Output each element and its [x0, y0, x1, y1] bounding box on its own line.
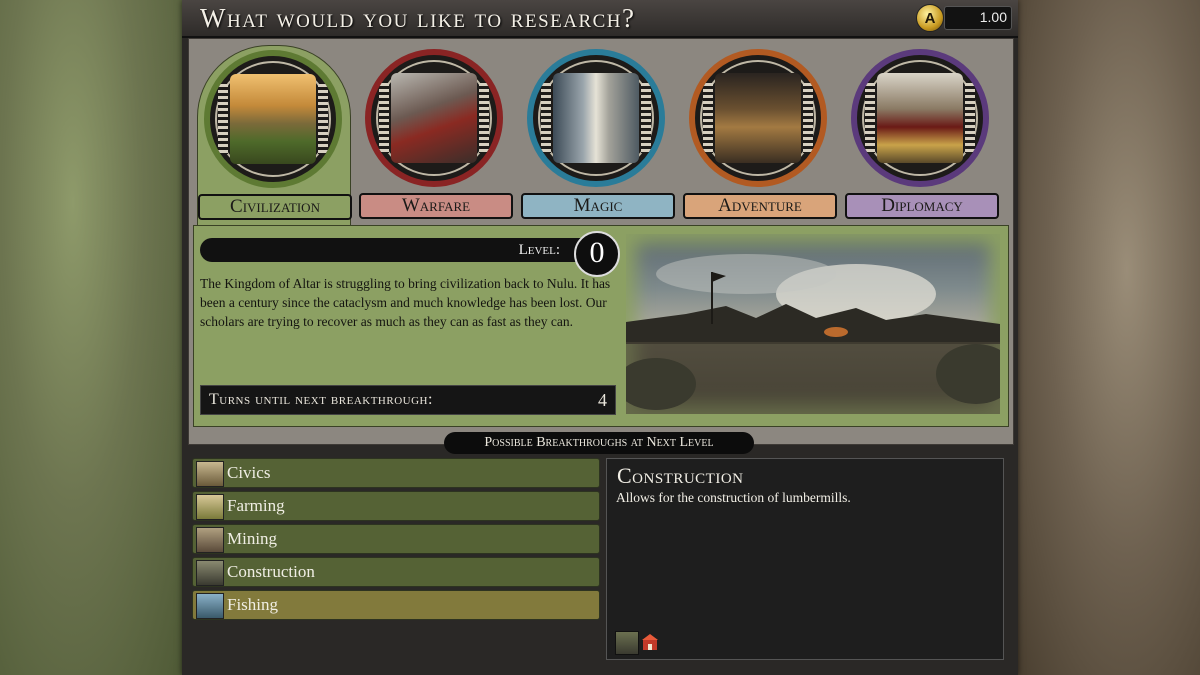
tab-diplomacy[interactable]: Diplomacy [845, 45, 999, 225]
breakthroughs-banner: Possible Breakthroughs at Next Level [444, 432, 754, 454]
page-title: What would you like to research? [200, 3, 636, 33]
details-title: Construction [617, 463, 744, 488]
tab-warfare[interactable]: Warfare [359, 45, 513, 225]
battlefield-scene-image [626, 254, 1000, 414]
breakthrough-item-construction[interactable]: Construction [192, 557, 600, 587]
breakthrough-details: Construction Allows for the construction… [606, 458, 1004, 660]
tab-civilization-label: Civilization [198, 194, 352, 220]
breakthrough-item-fishing[interactable]: Fishing [192, 590, 600, 620]
level-value: 0 [574, 231, 620, 277]
farming-icon [196, 494, 224, 520]
tab-magic-label: Magic [521, 193, 675, 219]
research-panel: Civilization Warfare Magic Adventure Dip… [188, 38, 1014, 445]
adventure-medallion-icon [689, 49, 827, 187]
lumbermill-icon [615, 631, 639, 655]
breakthrough-label: Construction [227, 562, 315, 581]
research-window: What would you like to research? A 1.00 … [182, 0, 1018, 675]
civics-icon [196, 461, 224, 487]
fishing-icon [196, 593, 224, 619]
breakthrough-label: Fishing [227, 595, 279, 614]
breakthrough-item-civics[interactable]: Civics [192, 458, 600, 488]
breakthrough-item-mining[interactable]: Mining [192, 524, 600, 554]
gold-value: 1.00 [979, 9, 1007, 25]
breakthrough-label: Farming [227, 496, 285, 515]
level-bar: Level: [200, 238, 614, 262]
diplomacy-medallion-icon [851, 49, 989, 187]
mining-icon [196, 527, 224, 553]
breakthrough-label: Civics [227, 463, 271, 482]
tab-adventure[interactable]: Adventure [683, 45, 837, 225]
background-right [1017, 0, 1200, 675]
turns-label: Turns until next breakthrough: [209, 391, 433, 408]
tab-diplomacy-label: Diplomacy [845, 193, 999, 219]
tab-adventure-label: Adventure [683, 193, 837, 219]
breakthrough-label: Mining [227, 529, 278, 548]
background-left [0, 0, 182, 675]
details-text: Allows for the construction of lumbermil… [616, 490, 851, 505]
tab-magic[interactable]: Magic [521, 45, 675, 225]
research-description: The Kingdom of Altar is struggling to br… [200, 276, 611, 329]
construction-icon [196, 560, 224, 586]
research-details: Level: 0 The Kingdom of Altar is struggl… [193, 225, 1009, 427]
title-bar: What would you like to research? A 1.00 [182, 0, 1018, 38]
research-illustration [626, 234, 1000, 414]
turns-bar: Turns until next breakthrough: 4 [200, 385, 616, 415]
gold-coin-icon: A [916, 4, 944, 32]
breakthrough-item-farming[interactable]: Farming [192, 491, 600, 521]
tab-warfare-label: Warfare [359, 193, 513, 219]
warfare-medallion-icon [365, 49, 503, 187]
level-label: Level: [518, 242, 560, 258]
turns-value: 4 [598, 390, 607, 410]
gold-counter: 1.00 [944, 6, 1012, 30]
tab-civilization[interactable]: Civilization [197, 45, 352, 230]
magic-medallion-icon [527, 49, 665, 187]
building-icon [642, 634, 658, 650]
civilization-medallion-icon [204, 50, 342, 188]
